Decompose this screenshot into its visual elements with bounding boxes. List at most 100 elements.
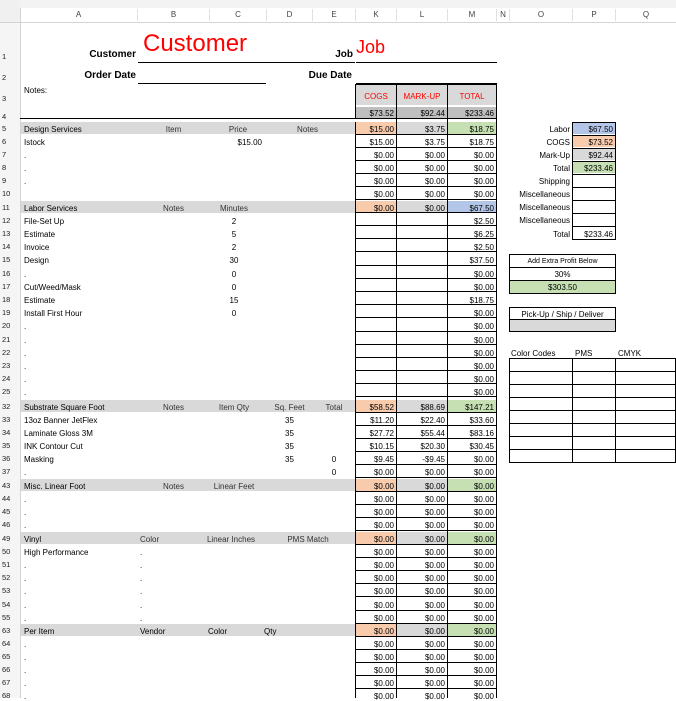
col-header-K[interactable]: K: [356, 9, 397, 21]
vinyl-row-total[interactable]: $0.00: [448, 561, 494, 570]
row-number[interactable]: 32: [2, 402, 10, 411]
col-header-P[interactable]: P: [573, 9, 616, 21]
row-number[interactable]: 8: [2, 163, 6, 172]
substrate-row-cogs[interactable]: $10.15: [356, 442, 394, 451]
row-number[interactable]: 24: [2, 374, 10, 383]
labor-row-minutes[interactable]: 2: [206, 243, 262, 252]
misc-row-total[interactable]: $0.00: [448, 508, 494, 517]
vinyl-row-name[interactable]: High Performance: [24, 548, 88, 557]
peritem-row-name[interactable]: .: [24, 653, 26, 662]
col-header-C[interactable]: C: [210, 9, 267, 21]
vinyl-row-markup[interactable]: $0.00: [397, 587, 445, 596]
row-number[interactable]: 36: [2, 454, 10, 463]
substrate-row-total[interactable]: $30.45: [448, 442, 494, 451]
substrate-row-sqft[interactable]: 35: [267, 442, 312, 451]
vinyl-row-markup[interactable]: $0.00: [397, 601, 445, 610]
peritem-row-markup[interactable]: $0.00: [397, 640, 445, 649]
vinyl-row-color[interactable]: .: [140, 614, 142, 623]
substrate-row-name[interactable]: Masking: [24, 455, 54, 464]
substrate-row-sqft[interactable]: 35: [267, 455, 312, 464]
row-number[interactable]: 2: [2, 73, 6, 82]
design-row-cogs[interactable]: $0.00: [356, 177, 394, 186]
labor-row-minutes[interactable]: 15: [206, 296, 262, 305]
row-number[interactable]: 64: [2, 639, 10, 648]
job-value[interactable]: Job: [356, 37, 385, 57]
row-number[interactable]: 63: [2, 626, 10, 635]
vinyl-row-markup[interactable]: $0.00: [397, 614, 445, 623]
row-number[interactable]: 5: [2, 124, 6, 133]
row-number[interactable]: 55: [2, 613, 10, 622]
labor-row-name[interactable]: Design: [24, 256, 49, 265]
customer-value[interactable]: Customer: [143, 31, 247, 57]
vinyl-row-color[interactable]: .: [140, 561, 142, 570]
substrate-row-name[interactable]: Laminate Gloss 3M: [24, 429, 93, 438]
vinyl-row-color[interactable]: .: [140, 548, 142, 557]
row-number[interactable]: 46: [2, 520, 10, 529]
design-row-markup[interactable]: $3.75: [397, 138, 445, 147]
peritem-row-name[interactable]: .: [24, 679, 26, 688]
row-number[interactable]: 16: [2, 269, 10, 278]
design-row-name[interactable]: .: [24, 164, 26, 173]
row-number[interactable]: 21: [2, 335, 10, 344]
row-number[interactable]: 53: [2, 586, 10, 595]
substrate-row-markup[interactable]: $20.30: [397, 442, 445, 451]
col-header-E[interactable]: E: [313, 9, 356, 21]
vinyl-row-color[interactable]: .: [140, 574, 142, 583]
row-number[interactable]: 51: [2, 560, 10, 569]
row-number[interactable]: 14: [2, 242, 10, 251]
row-number[interactable]: 18: [2, 295, 10, 304]
row-number[interactable]: 67: [2, 678, 10, 687]
design-row-markup[interactable]: $0.00: [397, 164, 445, 173]
substrate-row-name[interactable]: INK Contour Cut: [24, 442, 83, 451]
substrate-row-markup[interactable]: $22.40: [397, 416, 445, 425]
row-number[interactable]: 49: [2, 534, 10, 543]
vinyl-row-total[interactable]: $0.00: [448, 548, 494, 557]
substrate-row-name[interactable]: 13oz Banner JetFlex: [24, 416, 97, 425]
row-number[interactable]: 6: [2, 137, 6, 146]
labor-row-total[interactable]: $0.00: [448, 322, 494, 331]
labor-row-name[interactable]: .: [24, 336, 26, 345]
vinyl-row-markup[interactable]: $0.00: [397, 548, 445, 557]
col-header-B[interactable]: B: [138, 9, 210, 21]
misc-row-markup[interactable]: $0.00: [397, 521, 445, 530]
vinyl-row-total[interactable]: $0.00: [448, 587, 494, 596]
substrate-row-markup[interactable]: -$9.45: [397, 455, 445, 464]
peritem-row-name[interactable]: .: [24, 692, 26, 701]
row-number[interactable]: 35: [2, 441, 10, 450]
labor-row-name[interactable]: Cut/Weed/Mask: [24, 283, 81, 292]
misc-row-cogs[interactable]: $0.00: [356, 521, 394, 530]
vinyl-row-name[interactable]: .: [24, 601, 26, 610]
design-row-markup[interactable]: $0.00: [397, 151, 445, 160]
vinyl-row-total[interactable]: $0.00: [448, 601, 494, 610]
labor-row-minutes[interactable]: 0: [206, 309, 262, 318]
design-row-cogs[interactable]: $0.00: [356, 164, 394, 173]
labor-row-name[interactable]: .: [24, 362, 26, 371]
peritem-row-total[interactable]: $0.00: [448, 679, 494, 688]
peritem-row-markup[interactable]: $0.00: [397, 666, 445, 675]
substrate-row-cogs[interactable]: $9.45: [356, 455, 394, 464]
row-number[interactable]: 37: [2, 467, 10, 476]
peritem-row-cogs[interactable]: $0.00: [356, 692, 394, 701]
row-number[interactable]: 20: [2, 321, 10, 330]
row-number[interactable]: 45: [2, 507, 10, 516]
substrate-row-total[interactable]: $0.00: [448, 455, 494, 464]
vinyl-row-cogs[interactable]: $0.00: [356, 561, 394, 570]
labor-row-minutes[interactable]: 30: [206, 256, 262, 265]
labor-row-minutes[interactable]: 0: [206, 270, 262, 279]
misc-row-cogs[interactable]: $0.00: [356, 495, 394, 504]
design-row-markup[interactable]: $0.00: [397, 177, 445, 186]
peritem-row-cogs[interactable]: $0.00: [356, 666, 394, 675]
vinyl-row-color[interactable]: .: [140, 601, 142, 610]
design-row-name[interactable]: .: [24, 151, 26, 160]
col-header-D[interactable]: D: [267, 9, 313, 21]
misc-row-name[interactable]: .: [24, 508, 26, 517]
select-all-corner[interactable]: [0, 0, 21, 22]
vinyl-row-name[interactable]: .: [24, 561, 26, 570]
row-number[interactable]: 17: [2, 282, 10, 291]
substrate-row-cogs[interactable]: $11.20: [356, 416, 394, 425]
peritem-row-cogs[interactable]: $0.00: [356, 679, 394, 688]
peritem-row-cogs[interactable]: $0.00: [356, 653, 394, 662]
row-number[interactable]: 50: [2, 547, 10, 556]
extra-profit-percent[interactable]: 30%: [510, 270, 615, 279]
labor-row-minutes[interactable]: 0: [206, 283, 262, 292]
